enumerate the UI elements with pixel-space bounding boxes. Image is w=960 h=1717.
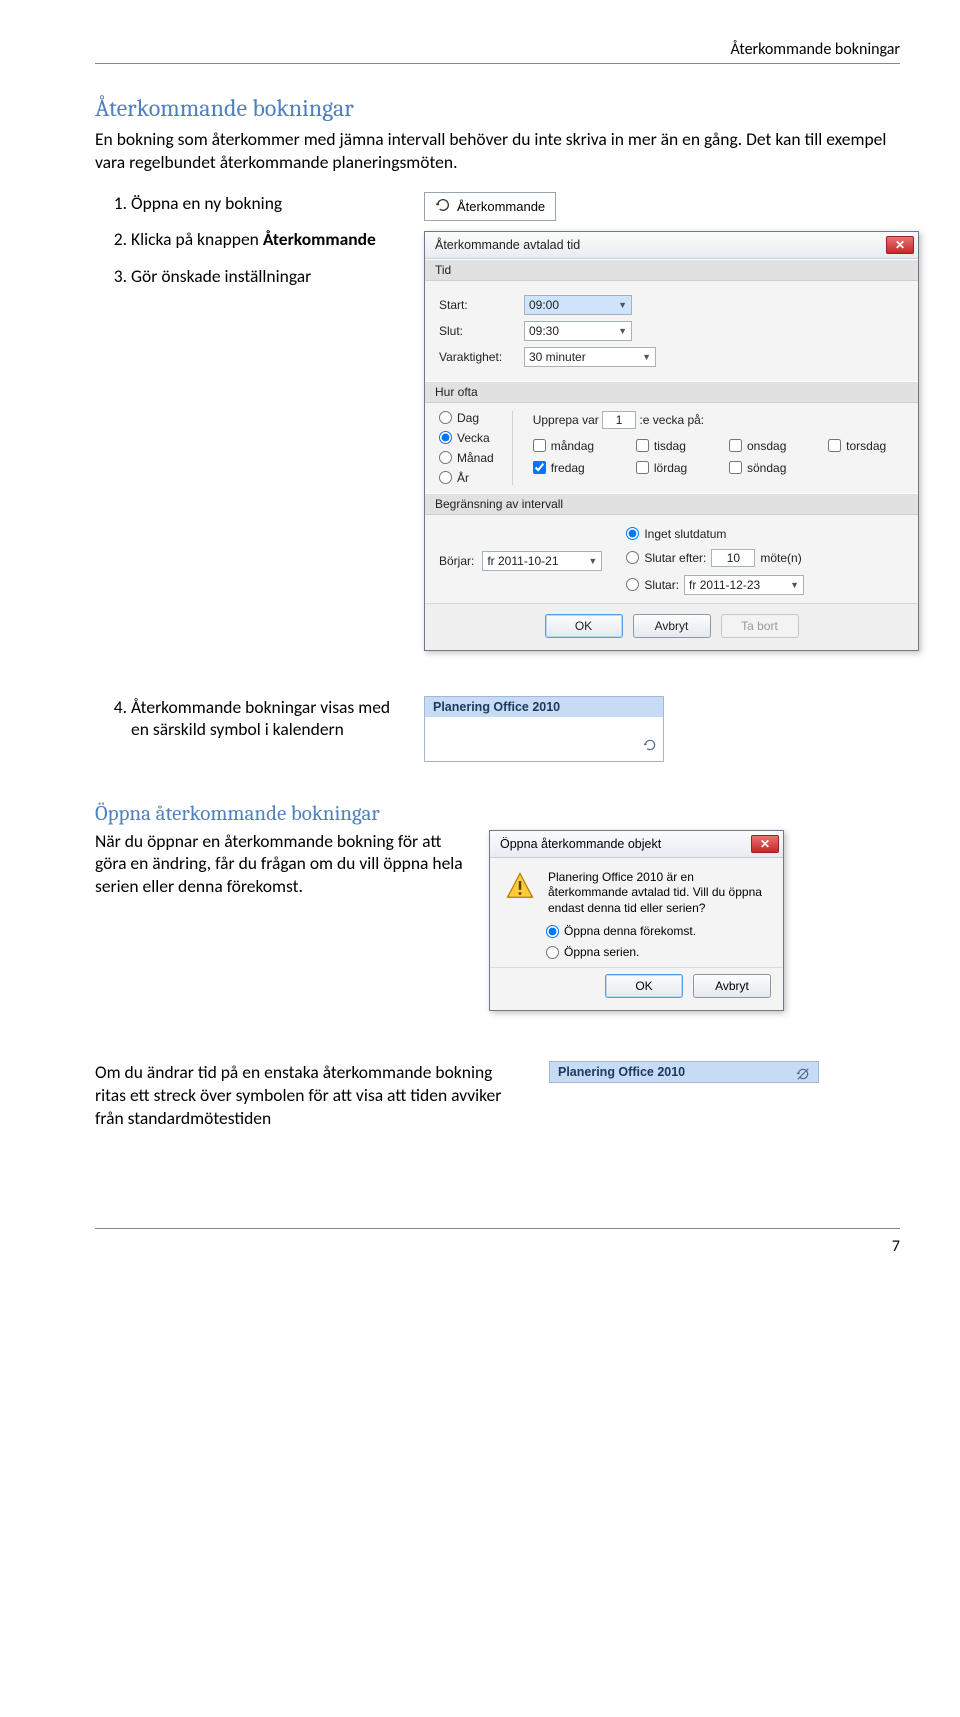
start-time-value: 09:00: [529, 298, 559, 312]
end-by-combo[interactable]: fr 2011-12-23 ▼: [684, 575, 804, 595]
page-number: 7: [95, 1237, 900, 1256]
open-dialog-message: Planering Office 2010 är en återkommande…: [548, 870, 769, 917]
range-start-value: fr 2011-10-21: [487, 554, 558, 568]
recurrence-toolbar-button[interactable]: Återkommande: [424, 192, 556, 221]
group-pattern-title: Hur ofta: [425, 381, 918, 403]
end-by-value: fr 2011-12-23: [689, 578, 760, 592]
end-after-unit: möte(n): [760, 551, 801, 565]
check-friday[interactable]: fredag: [533, 461, 612, 475]
radio-yearly-label: År: [457, 471, 469, 485]
check-monday-label: måndag: [551, 439, 594, 453]
section-exception-body: Om du ändrar tid på en enstaka återkomma…: [95, 1061, 525, 1129]
group-time-title: Tid: [425, 259, 918, 281]
cancel-button[interactable]: Avbryt: [633, 614, 711, 638]
label-range-start: Börjar:: [439, 554, 474, 568]
step-3: Gör önskade inställningar: [131, 265, 400, 288]
radio-no-end[interactable]: Inget slutdatum: [626, 527, 804, 541]
radio-end-after[interactable]: Slutar efter: 10 möte(n): [626, 549, 804, 567]
check-friday-label: fredag: [551, 461, 585, 475]
step-2: Klicka på knappen Återkommande: [131, 228, 400, 251]
step-2-text: Klicka på knappen: [131, 228, 263, 250]
header-rule: [95, 63, 900, 64]
recurrence-button-label: Återkommande: [457, 199, 545, 214]
delete-button: Ta bort: [721, 614, 799, 638]
check-saturday[interactable]: lördag: [636, 461, 705, 475]
label-end: Slut:: [439, 324, 514, 338]
recurrence-icon: [435, 197, 451, 216]
calendar-event-strip: Planering Office 2010: [424, 696, 664, 762]
repeat-every-label2: :e vecka på:: [639, 413, 704, 427]
duration-combo[interactable]: 30 minuter ▼: [524, 347, 656, 367]
group-range-title: Begränsning av intervall: [425, 493, 918, 515]
radio-open-series-label: Öppna serien.: [564, 945, 639, 959]
close-icon[interactable]: ✕: [886, 236, 914, 254]
recurrence-icon: [643, 738, 657, 757]
step-4: Återkommande bokningar visas med en särs…: [131, 696, 400, 742]
step-1: Öppna en ny bokning: [131, 192, 400, 215]
check-tuesday[interactable]: tisdag: [636, 439, 705, 453]
radio-monthly[interactable]: Månad: [439, 451, 494, 465]
chevron-down-icon: ▼: [642, 352, 651, 362]
check-wednesday-label: onsdag: [747, 439, 786, 453]
check-thursday-label: torsdag: [846, 439, 886, 453]
check-thursday[interactable]: torsdag: [828, 439, 904, 453]
repeat-every-number[interactable]: 1: [602, 411, 636, 429]
calendar-event-title: Planering Office 2010: [558, 1065, 685, 1079]
end-time-value: 09:30: [529, 324, 559, 338]
chevron-down-icon: ▼: [618, 300, 627, 310]
ok-button[interactable]: OK: [605, 974, 683, 998]
repeat-every-label1: Upprepa var: [533, 413, 599, 427]
chevron-down-icon: ▼: [790, 580, 799, 590]
radio-weekly[interactable]: Vecka: [439, 431, 494, 445]
label-start: Start:: [439, 298, 514, 312]
check-sunday[interactable]: söndag: [729, 461, 804, 475]
close-icon[interactable]: ✕: [751, 835, 779, 853]
duration-value: 30 minuter: [529, 350, 586, 364]
section-open-body: När du öppnar en återkommande bokning fö…: [95, 830, 465, 898]
radio-weekly-label: Vecka: [457, 431, 490, 445]
radio-yearly[interactable]: År: [439, 471, 494, 485]
chevron-down-icon: ▼: [588, 556, 597, 566]
calendar-event-strip-exception: Planering Office 2010: [549, 1061, 819, 1083]
document-title: Återkommande bokningar: [95, 94, 900, 122]
end-time-combo[interactable]: 09:30 ▼: [524, 321, 632, 341]
calendar-event-title: Planering Office 2010: [425, 697, 663, 717]
step-2-bold: Återkommande: [263, 228, 376, 250]
start-time-combo[interactable]: 09:00 ▼: [524, 295, 632, 315]
recurrence-exception-icon: [796, 1067, 810, 1084]
radio-daily-label: Dag: [457, 411, 479, 425]
intro-paragraph: En bokning som återkommer med jämna inte…: [95, 128, 900, 174]
radio-no-end-label: Inget slutdatum: [644, 527, 726, 541]
open-dialog-title: Öppna återkommande objekt: [500, 837, 661, 851]
check-tuesday-label: tisdag: [654, 439, 686, 453]
footer-rule: [95, 1228, 900, 1229]
radio-end-by[interactable]: Slutar: fr 2011-12-23 ▼: [626, 575, 804, 595]
warning-icon: [504, 870, 536, 902]
radio-daily[interactable]: Dag: [439, 411, 494, 425]
chevron-down-icon: ▼: [618, 326, 627, 336]
ok-button[interactable]: OK: [545, 614, 623, 638]
range-start-combo[interactable]: fr 2011-10-21 ▼: [482, 551, 602, 571]
label-duration: Varaktighet:: [439, 350, 514, 364]
end-after-number[interactable]: 10: [711, 549, 755, 567]
recurrence-dialog: Återkommande avtalad tid ✕ Tid Start: 09…: [424, 231, 919, 651]
check-monday[interactable]: måndag: [533, 439, 612, 453]
radio-open-occurrence[interactable]: Öppna denna förekomst.: [546, 924, 769, 938]
dialog-title: Återkommande avtalad tid: [435, 238, 580, 252]
radio-open-occurrence-label: Öppna denna förekomst.: [564, 924, 696, 938]
page-header: Återkommande bokningar: [95, 40, 900, 59]
open-recurring-dialog: Öppna återkommande objekt ✕ Planering Of…: [489, 830, 784, 1012]
check-saturday-label: lördag: [654, 461, 687, 475]
radio-end-by-label: Slutar:: [644, 578, 679, 592]
check-sunday-label: söndag: [747, 461, 786, 475]
cancel-button[interactable]: Avbryt: [693, 974, 771, 998]
radio-end-after-label: Slutar efter:: [644, 551, 706, 565]
radio-open-series[interactable]: Öppna serien.: [546, 945, 769, 959]
check-wednesday[interactable]: onsdag: [729, 439, 804, 453]
section-open-title: Öppna återkommande bokningar: [95, 802, 900, 826]
radio-monthly-label: Månad: [457, 451, 494, 465]
